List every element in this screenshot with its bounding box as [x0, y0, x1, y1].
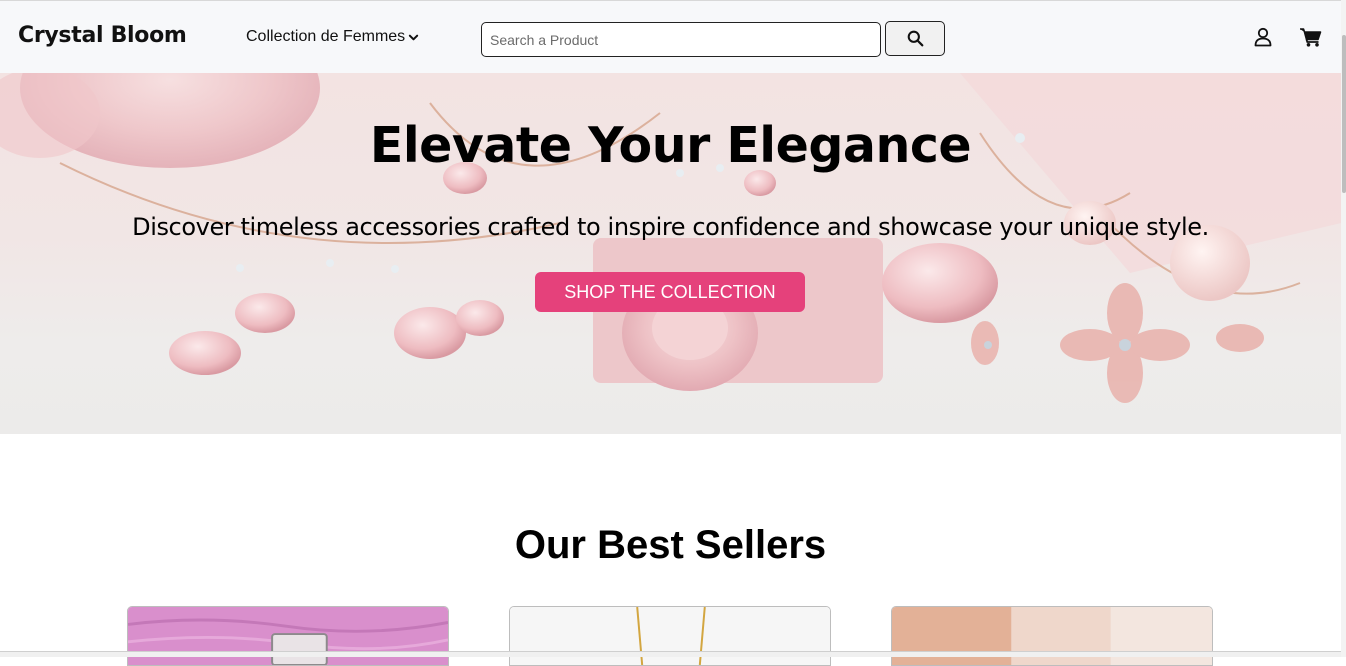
hero-title: Elevate Your Elegance: [369, 117, 972, 174]
collection-dropdown[interactable]: Collection de Femmes: [246, 28, 419, 46]
scrollbar-thumb[interactable]: [1342, 35, 1346, 193]
search-icon: [907, 30, 923, 47]
hero-banner: Elevate Your Elegance Discover timeless …: [0, 73, 1341, 434]
search-button[interactable]: [885, 21, 945, 56]
chevron-down-icon: [408, 34, 419, 40]
hero-subtitle: Discover timeless accessories crafted to…: [132, 213, 1209, 241]
collection-dropdown-label: Collection de Femmes: [246, 28, 406, 45]
bottom-edge: [0, 651, 1341, 657]
navbar: Crystal Bloom Collection de Femmes: [0, 0, 1341, 73]
product-card[interactable]: [127, 606, 449, 666]
brand-logo[interactable]: Crystal Bloom: [18, 23, 187, 48]
product-card[interactable]: [891, 606, 1213, 666]
shop-collection-button[interactable]: SHOP THE COLLECTION: [535, 272, 805, 312]
account-button[interactable]: [1253, 27, 1273, 47]
cart-button[interactable]: [1299, 27, 1323, 47]
user-icon: [1254, 27, 1272, 47]
best-sellers-title: Our Best Sellers: [514, 523, 827, 567]
product-card[interactable]: [509, 606, 831, 666]
search-input[interactable]: [481, 22, 881, 57]
cart-icon: [1300, 28, 1322, 47]
